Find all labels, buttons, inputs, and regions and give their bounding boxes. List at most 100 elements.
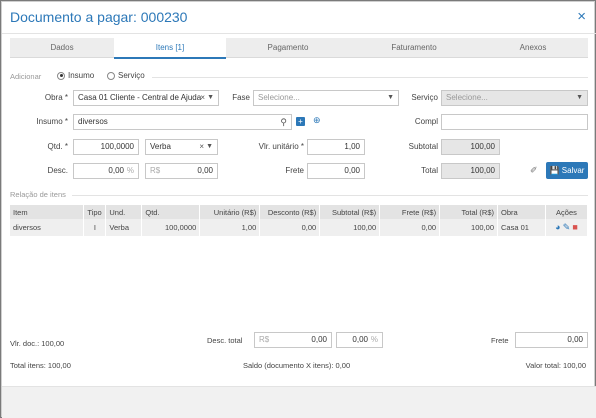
col-subtotal: Subtotal (R$) — [319, 205, 381, 219]
servico-select[interactable]: Selecione... ▼ — [441, 90, 588, 106]
chevron-down-icon: ▼ — [207, 94, 214, 101]
unidade-value: Verba — [150, 142, 171, 151]
add-insumo-icon[interactable]: + — [296, 117, 305, 126]
save-label: Salvar — [561, 166, 585, 175]
fase-label: Fase — [232, 93, 250, 102]
obra-select[interactable]: Casa 01 Cliente - Central de Ajuda × ▼ — [73, 90, 219, 106]
clear-icon[interactable]: × — [199, 140, 204, 154]
frete-label: Frete — [285, 166, 304, 175]
save-button[interactable]: 💾 Salvar — [546, 162, 588, 179]
insumo-input[interactable]: diversos ⚲ — [73, 114, 292, 130]
footer-frete-label: Frete — [491, 336, 509, 345]
qtd-label: Qtd. * — [47, 142, 68, 151]
rs-symbol: R$ — [259, 335, 270, 344]
total-value: 100,00 — [441, 163, 500, 179]
cell-item: diversos — [10, 219, 85, 236]
items-table: Item Tipo Und. Qtd. Unitário (R$) Descon… — [10, 205, 589, 236]
cell-tipo: I — [83, 219, 107, 236]
subtotal-value: 100,00 — [441, 139, 500, 155]
cell-subtotal: 100,00 — [319, 219, 381, 236]
desc-rs-input[interactable]: R$ 0,00 — [145, 163, 218, 179]
tab-itens[interactable]: Itens [1] — [114, 38, 226, 59]
cell-qtd: 100,0000 — [141, 219, 201, 236]
unidade-select[interactable]: Verba × ▼ — [145, 139, 218, 155]
desc-pct-input[interactable]: 0,00 % — [73, 163, 139, 179]
dialog-footer-bar — [2, 386, 596, 418]
search-icon[interactable]: ⚲ — [280, 115, 287, 129]
tab-faturamento[interactable]: Faturamento — [350, 38, 478, 58]
tab-pagamento[interactable]: Pagamento — [226, 38, 350, 58]
desc-total-rs-input[interactable]: R$ 0,00 — [254, 332, 332, 348]
eraser-icon[interactable]: ✐ — [530, 165, 538, 176]
trash-icon[interactable]: ■ — [572, 222, 577, 232]
clear-icon[interactable]: × — [200, 91, 205, 105]
col-qtd: Qtd. — [141, 205, 201, 219]
tab-dados[interactable]: Dados — [10, 38, 114, 58]
zoom-in-icon[interactable]: ⊕ — [313, 115, 321, 126]
desc-rs-value: 0,00 — [197, 166, 213, 175]
chart-pie-icon[interactable]: ◕ — [555, 222, 560, 232]
servico-placeholder: Selecione... — [446, 93, 488, 102]
col-obra: Obra — [497, 205, 546, 219]
subtotal-label: Subtotal — [408, 142, 438, 151]
desc-total-pct-value: 0,00 — [352, 335, 368, 344]
radio-servico[interactable]: Serviço — [107, 71, 145, 80]
vlr-doc: Vlr. doc.: 100,00 — [10, 339, 65, 348]
divider — [152, 77, 588, 78]
dialog-title: Documento a pagar: 000230 — [10, 9, 188, 25]
chevron-down-icon: ▼ — [387, 94, 394, 101]
total-label: Total — [421, 166, 438, 175]
fase-select[interactable]: Selecione... ▼ — [253, 90, 399, 106]
pct-symbol: % — [370, 335, 378, 344]
cell-frete: 0,00 — [379, 219, 441, 236]
insumo-value: diversos — [78, 117, 108, 126]
document-dialog: Documento a pagar: 000230 × Dados Itens … — [1, 1, 596, 418]
radio-servico-label: Serviço — [118, 71, 145, 80]
adicionar-label: Adicionar — [10, 72, 42, 81]
cell-obra: Casa 01 — [497, 219, 546, 236]
col-total: Total (R$) — [439, 205, 498, 219]
divider — [72, 195, 588, 196]
fase-placeholder: Selecione... — [258, 93, 300, 102]
cell-und: Verba — [105, 219, 143, 236]
col-acoes: Ações — [545, 205, 589, 219]
rs-symbol: R$ — [150, 166, 161, 175]
servico-label: Serviço — [411, 93, 438, 102]
frete-input[interactable]: 0,00 — [307, 163, 365, 179]
vlr-unitario-input[interactable]: 1,00 — [307, 139, 365, 155]
table-header-row: Item Tipo Und. Qtd. Unitário (R$) Descon… — [10, 205, 589, 219]
edit-icon[interactable]: ✎ — [563, 222, 571, 232]
relacao-label: Relação de itens — [10, 190, 66, 199]
compl-input[interactable] — [441, 114, 588, 130]
tab-bar: Dados Itens [1] Pagamento Faturamento An… — [10, 38, 588, 59]
chevron-down-icon: ▼ — [576, 94, 583, 101]
desc-total-pct-input[interactable]: 0,00 % — [336, 332, 383, 348]
table-row[interactable]: diversos I Verba 100,0000 1,00 0,00 100,… — [10, 219, 589, 236]
col-item: Item — [10, 205, 85, 219]
col-und: Und. — [105, 205, 143, 219]
radio-insumo[interactable]: Insumo — [57, 71, 94, 80]
close-icon[interactable]: × — [577, 8, 586, 25]
cell-desconto: 0,00 — [259, 219, 321, 236]
footer-frete-input[interactable]: 0,00 — [515, 332, 588, 348]
qtd-input[interactable]: 100,0000 — [73, 139, 139, 155]
desc-label: Desc. — [47, 166, 68, 175]
saldo: Saldo (documento X itens): 0,00 — [243, 361, 351, 370]
cell-acoes: ◕ ✎ ■ — [545, 219, 589, 236]
desc-total-label: Desc. total — [207, 336, 243, 345]
col-unitario: Unitário (R$) — [199, 205, 261, 219]
dialog-header: Documento a pagar: 000230 × — [2, 2, 596, 34]
col-tipo: Tipo — [83, 205, 107, 219]
radio-insumo-label: Insumo — [68, 71, 95, 80]
total-itens: Total itens: 100,00 — [10, 361, 71, 370]
pct-symbol: % — [126, 166, 134, 175]
vlr-unitario-label: Vlr. unitário * — [258, 142, 304, 151]
desc-pct-value: 0,00 — [108, 166, 124, 175]
col-frete: Frete (R$) — [379, 205, 441, 219]
valor-total: Valor total: 100,00 — [525, 361, 586, 370]
obra-value: Casa 01 Cliente - Central de Ajuda — [78, 93, 202, 102]
tab-anexos[interactable]: Anexos — [478, 38, 588, 58]
col-desconto: Desconto (R$) — [259, 205, 321, 219]
insumo-label: Insumo * — [36, 117, 68, 126]
radio-unselected-icon — [107, 71, 115, 80]
